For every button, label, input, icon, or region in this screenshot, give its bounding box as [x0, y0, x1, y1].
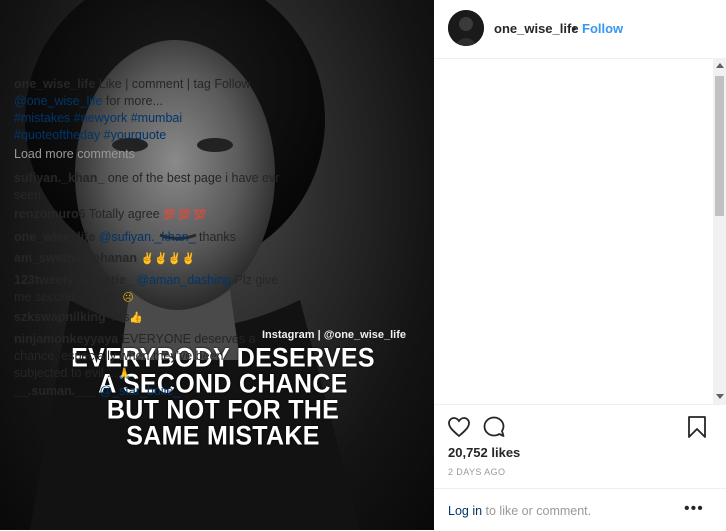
comment-mention[interactable]: @sufiyan._khan_ — [95, 230, 196, 244]
separator-dot: • — [572, 21, 577, 36]
caption-username[interactable]: one_wise_life — [14, 77, 95, 91]
sad-face-emoji-icon: ☹ — [122, 292, 134, 304]
hundred-points-emoji-icon: 💯 💯 💯 — [163, 210, 207, 221]
comments-scrollbar[interactable] — [713, 58, 726, 404]
comment-username[interactable]: sufiyan._khan_ — [14, 171, 104, 185]
comment: ninjamonkeyyaya EVERYONE deserves a chan… — [14, 331, 280, 383]
comment-username[interactable]: 123tweety_sweetie_ — [14, 273, 133, 287]
bookmark-icon[interactable] — [686, 415, 708, 439]
comment: 123tweety_sweetie_ @aman_dashing Plz giv… — [14, 272, 280, 307]
comment-mention[interactable]: @_star_boiie_ — [96, 384, 180, 398]
caption: one_wise_life Like | comment | tag Follo… — [14, 76, 280, 144]
like-count[interactable]: 20,752 likes — [448, 445, 520, 460]
victory-hand-emoji-icon: ✌✌✌✌ — [140, 253, 196, 265]
scrollbar-thumb[interactable] — [715, 76, 724, 216]
comment-username[interactable]: renzomuro6 — [14, 207, 86, 221]
caption-mention[interactable]: @one_wise_life — [14, 94, 102, 108]
scroll-up-arrow-icon[interactable] — [716, 63, 724, 68]
login-link[interactable]: Log in — [448, 504, 482, 518]
comment-username[interactable]: am_swethamohanan — [14, 251, 137, 265]
comment-text: thanks — [195, 230, 236, 244]
login-prompt: Log in to like or comment. — [448, 504, 591, 518]
comment: renzomuro6 Totally agree 💯 💯 💯 — [14, 206, 280, 224]
comment-text: Yes — [105, 310, 130, 324]
scroll-down-arrow-icon[interactable] — [716, 394, 724, 399]
comment: sufiyan._khan_ one of the best page i ha… — [14, 170, 280, 204]
caption-hashtags[interactable]: #mistakes #newyork #mumbai — [14, 111, 182, 125]
praying-hands-emoji-icon: 🙏 — [117, 368, 132, 380]
comment-mention[interactable]: @aman_dashing — [133, 273, 231, 287]
comment-icon[interactable] — [482, 415, 506, 439]
comment: am_swethamohanan ✌✌✌✌ — [14, 250, 280, 268]
post-date[interactable]: 2 DAYS AGO — [448, 467, 505, 477]
comment-username[interactable]: ninjamonkeyyaya — [14, 332, 118, 346]
load-more-comments[interactable]: Load more comments — [14, 146, 280, 163]
comment-username[interactable]: __.suman.___ — [14, 384, 96, 398]
photo-watermark: Instagram | @one_wise_life — [262, 329, 407, 341]
quote-line: SAME MISTAKE — [126, 420, 320, 452]
avatar[interactable] — [448, 10, 484, 46]
comment: __.suman.___ @_star_boiie_ — [14, 383, 280, 400]
login-text: to like or comment. — [482, 504, 592, 518]
heart-icon[interactable] — [447, 415, 471, 439]
comment: one_wise_life @sufiyan._khan_ thanks — [14, 229, 280, 246]
comment-username[interactable]: one_wise_life — [14, 230, 95, 244]
thumbs-up-emoji-icon: 👍 — [129, 312, 144, 324]
comment: szkswapnilking Yes👍 — [14, 309, 280, 327]
caption-text: for more... — [102, 94, 163, 108]
post-header: one_wise_life • Follow — [434, 0, 726, 59]
follow-button[interactable]: Follow — [582, 21, 623, 36]
comment-text: Totally agree — [85, 207, 164, 221]
quote-line: BUT NOT FOR THE — [106, 394, 340, 426]
comment-username[interactable]: szkswapnilking — [14, 310, 106, 324]
header-username[interactable]: one_wise_life — [494, 21, 579, 36]
caption-text: Like | comment | tag Follow — [95, 77, 251, 91]
caption-hashtags[interactable]: #quoteoftheday #yourquote — [14, 128, 166, 142]
more-options-icon[interactable]: ••• — [684, 500, 704, 518]
